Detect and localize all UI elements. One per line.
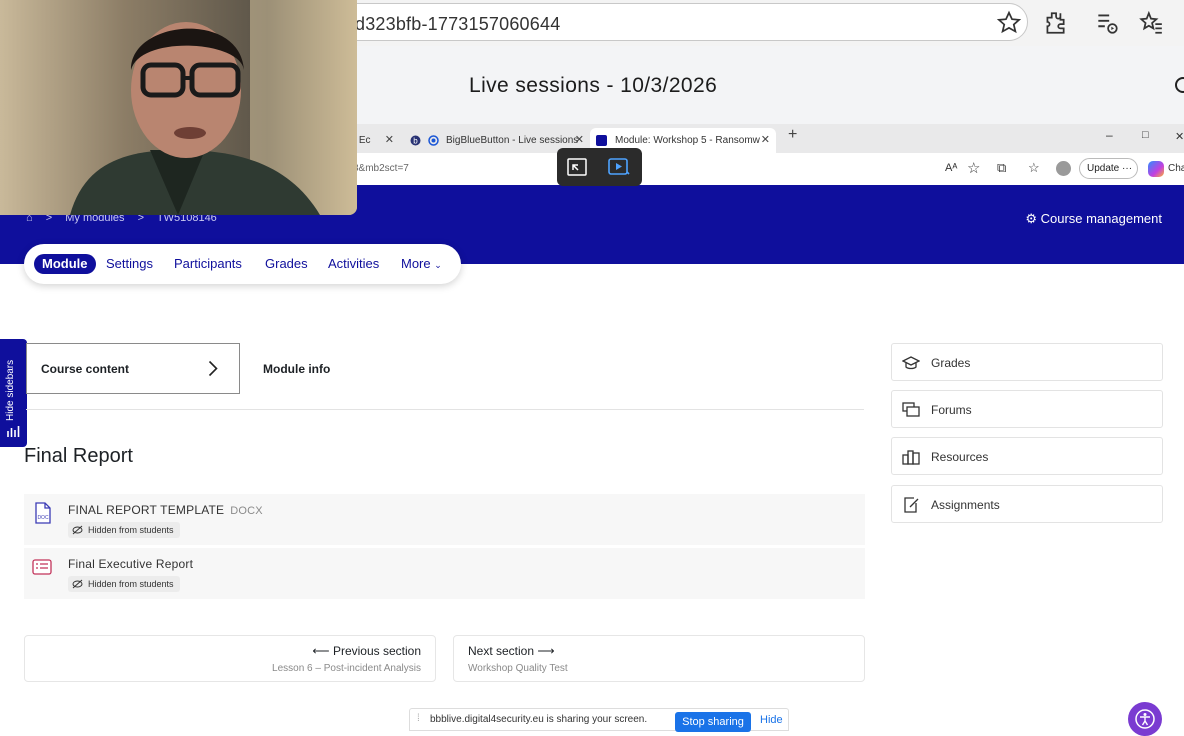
eye-slash-icon	[72, 579, 83, 589]
extensions-icon[interactable]	[1042, 10, 1068, 36]
badge-label: Hidden from students	[88, 525, 174, 535]
chevron-right-icon	[208, 360, 218, 377]
next-section-name: Workshop Quality Test	[468, 663, 568, 674]
assignments-icon	[904, 497, 919, 513]
eye-slash-icon	[72, 525, 83, 535]
hide-sidebars-label: Hide sidebars	[5, 359, 16, 421]
favorites-icon[interactable]	[1138, 10, 1164, 36]
recording-icon	[428, 135, 439, 146]
minimize-button[interactable]: –	[1106, 128, 1113, 142]
tab-more[interactable]: More ⌄	[401, 254, 442, 274]
activity-name[interactable]: Final Executive Report	[68, 557, 193, 571]
hidden-badge: Hidden from students	[68, 576, 180, 592]
webcam-video[interactable]	[0, 0, 357, 215]
back-to-tab-icon[interactable]	[566, 156, 588, 178]
stop-sharing-button[interactable]: Stop sharing	[675, 712, 751, 732]
webcam-frame	[0, 0, 357, 215]
inner-url-text[interactable]: 3&mb2sct=7	[353, 163, 409, 174]
arrow-left-icon: ⟵	[312, 644, 330, 658]
screen-share-banner: ⁞ bbblive.digital4security.eu is sharing…	[409, 708, 789, 732]
svg-text:DOC: DOC	[37, 515, 49, 521]
block-label: Resources	[931, 450, 989, 464]
bbb-favicon-icon: b	[410, 135, 421, 146]
close-icon[interactable]: ✕	[761, 128, 770, 153]
block-label: Grades	[931, 356, 971, 370]
divider	[26, 409, 864, 410]
close-icon[interactable]: ✕	[385, 128, 394, 153]
gear-icon: ⚙	[1025, 211, 1037, 226]
pip-video-icon[interactable]	[607, 156, 631, 178]
hide-sidebars-button[interactable]: Hide sidebars	[0, 339, 27, 447]
previous-section-name: Lesson 6 – Post-incident Analysis	[272, 663, 421, 674]
tab-grades[interactable]: Grades	[265, 254, 308, 274]
tab-settings[interactable]: Settings	[106, 254, 153, 274]
badge-label: Hidden from students	[88, 579, 174, 589]
close-window-button[interactable]: ✕	[1175, 130, 1184, 143]
resources-icon	[902, 450, 920, 465]
accessibility-icon	[1135, 709, 1155, 729]
tab-module[interactable]: Module	[34, 254, 96, 274]
hide-share-banner-button[interactable]: Hide	[760, 714, 783, 726]
activity-item-final-executive-report[interactable]: Final Executive Report Hidden from stude…	[24, 548, 865, 599]
previous-section-link[interactable]: ⟵ Previous section Lesson 6 – Post-incid…	[24, 635, 436, 682]
module-favicon-icon	[596, 135, 607, 146]
grades-icon	[902, 356, 920, 370]
drag-handle-icon[interactable]: ⁞	[417, 713, 420, 724]
favorites-icon[interactable]: ☆	[1028, 160, 1040, 176]
activity-name[interactable]: FINAL REPORT TEMPLATE DOCX	[68, 503, 263, 517]
activity-title: FINAL REPORT TEMPLATE	[68, 503, 225, 517]
tab-activities[interactable]: Activities	[328, 254, 379, 274]
hidden-badge: Hidden from students	[68, 522, 180, 538]
module-info-tab[interactable]: Module info	[263, 362, 330, 376]
course-content-button[interactable]: Course content	[26, 343, 240, 394]
svg-text:b: b	[413, 137, 418, 146]
section-title: Final Report	[24, 445, 133, 467]
next-label-text: Next section	[468, 644, 535, 658]
bars-icon	[7, 426, 20, 437]
copilot-label: Cha	[1168, 163, 1184, 174]
session-title: Live sessions - 10/3/2026	[469, 74, 718, 97]
more-label: More	[401, 256, 431, 271]
extensions-icon[interactable]: ⧉	[997, 160, 1006, 176]
share-message: bbblive.digital4security.eu is sharing y…	[430, 714, 648, 725]
outer-address-bar[interactable]: d323bfb-1773157060644	[300, 3, 1028, 41]
next-section-link[interactable]: Next section ⟶ Workshop Quality Test	[453, 635, 865, 682]
secondary-navigation: Module Settings Participants Grades Acti…	[24, 244, 461, 284]
course-management-link[interactable]: ⚙ Course management	[1025, 211, 1162, 227]
read-aloud-icon[interactable]: Aᴬ	[945, 162, 957, 174]
new-tab-button[interactable]: +	[788, 126, 797, 144]
assignment-icon	[32, 559, 52, 575]
update-label: Update	[1087, 163, 1120, 174]
block-resources[interactable]: Resources	[891, 437, 1163, 475]
block-forums[interactable]: Forums	[891, 390, 1163, 428]
next-section-label: Next section ⟶	[468, 644, 555, 658]
previous-label-text: Previous section	[332, 644, 421, 658]
media-icon[interactable]	[1094, 10, 1120, 36]
doc-file-icon: DOC	[35, 502, 51, 524]
block-assignments[interactable]: Assignments	[891, 485, 1163, 523]
star-icon[interactable]	[996, 10, 1022, 36]
activity-type: DOCX	[230, 505, 263, 517]
clock-icon	[1175, 77, 1184, 93]
forums-icon	[902, 402, 920, 417]
copilot-icon[interactable]	[1148, 161, 1164, 177]
maximize-button[interactable]: □	[1142, 129, 1149, 141]
previous-section-label: ⟵ Previous section	[312, 644, 421, 658]
pip-controls	[557, 148, 642, 186]
block-label: Assignments	[931, 498, 1000, 512]
outer-url-text: d323bfb-1773157060644	[355, 14, 561, 34]
activity-item-final-report-template[interactable]: DOC FINAL REPORT TEMPLATE DOCX Hidden fro…	[24, 494, 865, 545]
course-management-label: Course management	[1040, 211, 1162, 226]
update-button[interactable]: Update ···	[1079, 158, 1138, 179]
chevron-down-icon: ⌄	[434, 260, 442, 270]
block-grades[interactable]: Grades	[891, 343, 1163, 381]
star-icon[interactable]: ☆	[967, 159, 980, 177]
tab-participants[interactable]: Participants	[174, 254, 242, 274]
block-label: Forums	[931, 403, 972, 417]
arrow-right-icon: ⟶	[537, 644, 555, 658]
course-content-label: Course content	[41, 362, 130, 376]
avatar[interactable]	[1056, 161, 1071, 176]
